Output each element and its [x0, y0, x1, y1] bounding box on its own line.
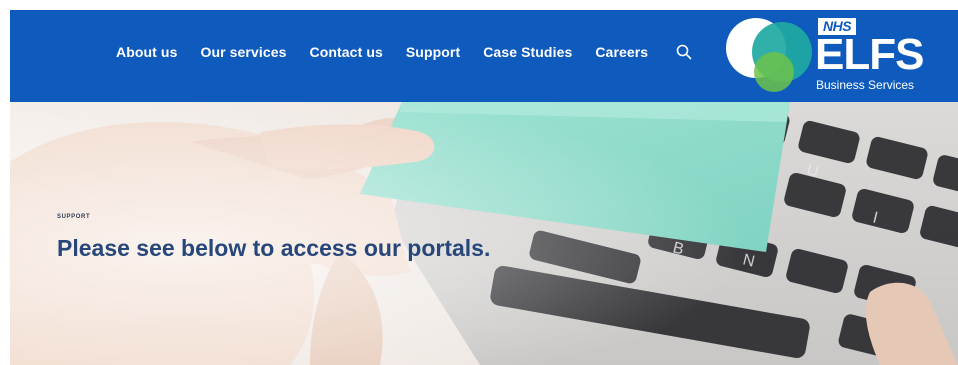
nav-contact-us[interactable]: Contact us [310, 44, 383, 60]
hero-banner: U I N K B SUPPORT Please see below to ac… [10, 102, 958, 365]
logo-tagline: Business Services [816, 78, 915, 92]
page-title: Please see below to access our portals. [57, 235, 491, 261]
header-nav: About us Our services Contact us Support… [10, 10, 958, 102]
logo-wordmark: ELFS [815, 30, 924, 79]
nav-case-studies[interactable]: Case Studies [483, 44, 572, 60]
nav-careers[interactable]: Careers [595, 44, 648, 60]
section-eyebrow: SUPPORT [57, 214, 91, 220]
logo-circles-icon [726, 18, 812, 92]
elfs-logo[interactable]: NHS ELFS Business Services [722, 14, 952, 100]
search-icon[interactable] [675, 43, 693, 61]
nav-about-us[interactable]: About us [116, 44, 177, 60]
page: About us Our services Contact us Support… [10, 10, 958, 365]
nav-our-services[interactable]: Our services [200, 44, 286, 60]
main-nav: About us Our services Contact us Support… [116, 43, 693, 61]
nav-support[interactable]: Support [406, 44, 460, 60]
